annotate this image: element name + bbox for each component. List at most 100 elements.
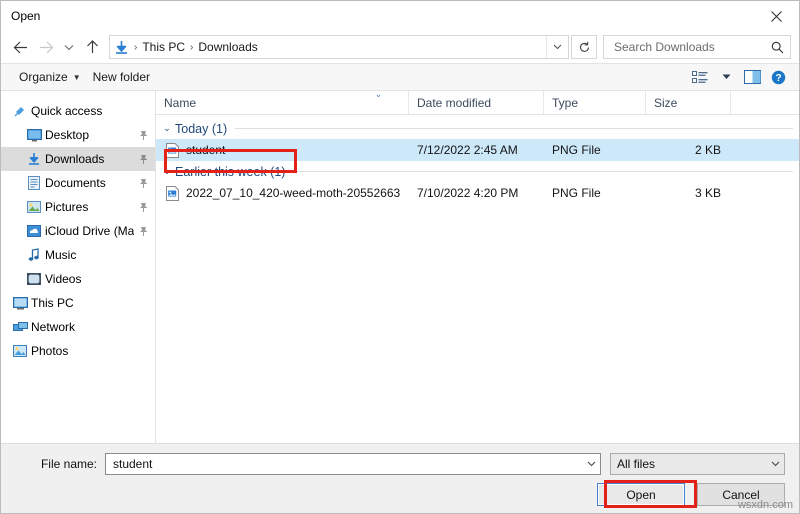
group-header-today[interactable]: ⌄ Today (1): [156, 118, 799, 139]
title-bar: Open: [1, 1, 799, 31]
sidebar-item-downloads[interactable]: Downloads: [1, 147, 155, 171]
file-name-input[interactable]: [111, 456, 582, 472]
breadcrumb-separator-1: ›: [190, 41, 194, 53]
sidebar-label: Videos: [45, 272, 82, 286]
chevron-down-icon[interactable]: ⌄: [159, 123, 175, 134]
sidebar-item-music[interactable]: Music: [1, 243, 155, 267]
sidebar-label: iCloud Drive (Ma: [45, 224, 134, 238]
group-divider: [293, 171, 793, 172]
group-header-label: Earlier this week (1): [175, 164, 286, 179]
sidebar-item-network[interactable]: Network: [1, 315, 155, 339]
column-header-type[interactable]: Type: [544, 90, 646, 115]
sidebar-item-pictures[interactable]: Pictures: [1, 195, 155, 219]
cell-size: 3 KB: [694, 186, 721, 200]
chevron-down-icon[interactable]: [582, 461, 600, 467]
chevron-down-icon[interactable]: ⌄: [159, 166, 175, 177]
recent-locations-chevron-icon[interactable]: [59, 34, 79, 60]
sort-indicator-icon: ⌄: [374, 89, 383, 99]
back-arrow-icon[interactable]: [7, 34, 33, 60]
organize-button[interactable]: Organize ▼: [13, 66, 87, 88]
watermark: wsxdn.com: [737, 499, 793, 511]
this-pc-icon: [9, 292, 31, 314]
file-name: 2022_07_10_420-weed-moth-20552663: [186, 186, 401, 200]
network-icon: [9, 316, 31, 338]
refresh-icon[interactable]: [571, 35, 597, 59]
open-file-dialog: Open › This PC › Downloads Search Downlo…: [0, 0, 800, 514]
svg-text:?: ?: [775, 73, 781, 84]
sidebar-label: Photos: [31, 344, 69, 358]
cell-date-modified: 7/10/2022 4:20 PM: [417, 186, 519, 200]
forward-arrow-icon: [33, 34, 59, 60]
help-icon[interactable]: ?: [765, 66, 791, 88]
png-file-icon: [164, 142, 180, 158]
group-header-earlier-this-week[interactable]: ⌄ Earlier this week (1): [156, 161, 799, 182]
pin-icon[interactable]: [134, 202, 149, 213]
cell-name: student: [156, 139, 409, 161]
column-header-size[interactable]: Size: [646, 90, 731, 115]
file-rows: ⌄ Today (1) student 7/12/2022 2:45 AM PN…: [156, 115, 799, 443]
up-arrow-icon[interactable]: [79, 34, 105, 60]
sidebar-item-videos[interactable]: Videos: [1, 267, 155, 291]
navigation-sidebar: Quick access Desktop Downloads Documents…: [1, 91, 156, 443]
close-icon[interactable]: [753, 1, 799, 31]
view-layout-icon[interactable]: [687, 66, 713, 88]
cell-date-modified: 7/12/2022 2:45 AM: [417, 143, 518, 157]
file-name: student: [186, 143, 226, 157]
downloads-folder-icon: [110, 36, 132, 58]
sidebar-item-documents[interactable]: Documents: [1, 171, 155, 195]
videos-icon: [23, 268, 45, 290]
navigation-bar: › This PC › Downloads: [1, 31, 799, 63]
downloads-icon: [23, 148, 45, 170]
new-folder-button[interactable]: New folder: [87, 66, 156, 88]
group-header-label: Today (1): [175, 121, 228, 136]
search-input[interactable]: [612, 39, 768, 55]
icloud-drive-icon: [23, 220, 45, 242]
column-header-row: Name Date modified Type Size ⌄: [156, 89, 799, 115]
address-bar[interactable]: › This PC › Downloads: [109, 35, 569, 59]
file-type-filter-value: All files: [617, 457, 656, 471]
sidebar-item-desktop[interactable]: Desktop: [1, 123, 155, 147]
preview-pane-icon[interactable]: [739, 66, 765, 88]
open-button[interactable]: Open: [597, 483, 685, 506]
chevron-down-icon[interactable]: [546, 36, 568, 58]
sidebar-label: Desktop: [45, 128, 90, 142]
cell-name: 2022_07_10_420-weed-moth-20552663: [156, 182, 409, 204]
breadcrumb-downloads[interactable]: Downloads: [195, 40, 260, 54]
sidebar-item-photos[interactable]: Photos: [1, 339, 155, 363]
pin-icon[interactable]: [134, 226, 149, 237]
organize-label: Organize: [19, 70, 68, 84]
music-icon: [23, 244, 45, 266]
desktop-icon: [23, 124, 45, 146]
dialog-title: Open: [11, 9, 41, 23]
breadcrumb-this-pc[interactable]: This PC: [139, 40, 188, 54]
chevron-down-icon: ▼: [72, 72, 81, 82]
new-folder-label: New folder: [92, 70, 150, 84]
breadcrumb-separator-0: ›: [134, 41, 138, 53]
pin-icon[interactable]: [134, 178, 149, 189]
search-box[interactable]: [603, 35, 791, 59]
sidebar-label: Documents: [45, 176, 106, 190]
cell-type: PNG File: [552, 186, 601, 200]
chevron-down-icon[interactable]: [766, 461, 784, 467]
dialog-body: Quick access Desktop Downloads Documents…: [1, 89, 799, 443]
sidebar-item-this-pc[interactable]: This PC: [1, 291, 155, 315]
command-toolbar: Organize ▼ New folder ?: [1, 63, 799, 91]
file-name-row: File name: All files: [1, 444, 799, 475]
cell-size: 2 KB: [694, 143, 721, 157]
documents-icon: [23, 172, 45, 194]
sidebar-item-quick-access[interactable]: Quick access: [1, 99, 155, 123]
file-name-combobox[interactable]: [105, 453, 601, 475]
table-row[interactable]: 2022_07_10_420-weed-moth-20552663 7/10/2…: [156, 182, 799, 204]
group-divider: [235, 128, 793, 129]
pictures-icon: [23, 196, 45, 218]
sidebar-item-icloud-drive[interactable]: iCloud Drive (Ma: [1, 219, 155, 243]
sidebar-label: Pictures: [45, 200, 89, 214]
pin-icon[interactable]: [134, 154, 149, 165]
cell-type: PNG File: [552, 143, 601, 157]
view-dropdown-caret-icon[interactable]: [713, 66, 739, 88]
search-icon: [768, 41, 786, 54]
pin-star-icon: [9, 100, 31, 122]
table-row[interactable]: student 7/12/2022 2:45 AM PNG File 2 KB: [156, 139, 799, 161]
pin-icon[interactable]: [134, 130, 149, 141]
file-type-filter-select[interactable]: All files: [610, 453, 785, 475]
